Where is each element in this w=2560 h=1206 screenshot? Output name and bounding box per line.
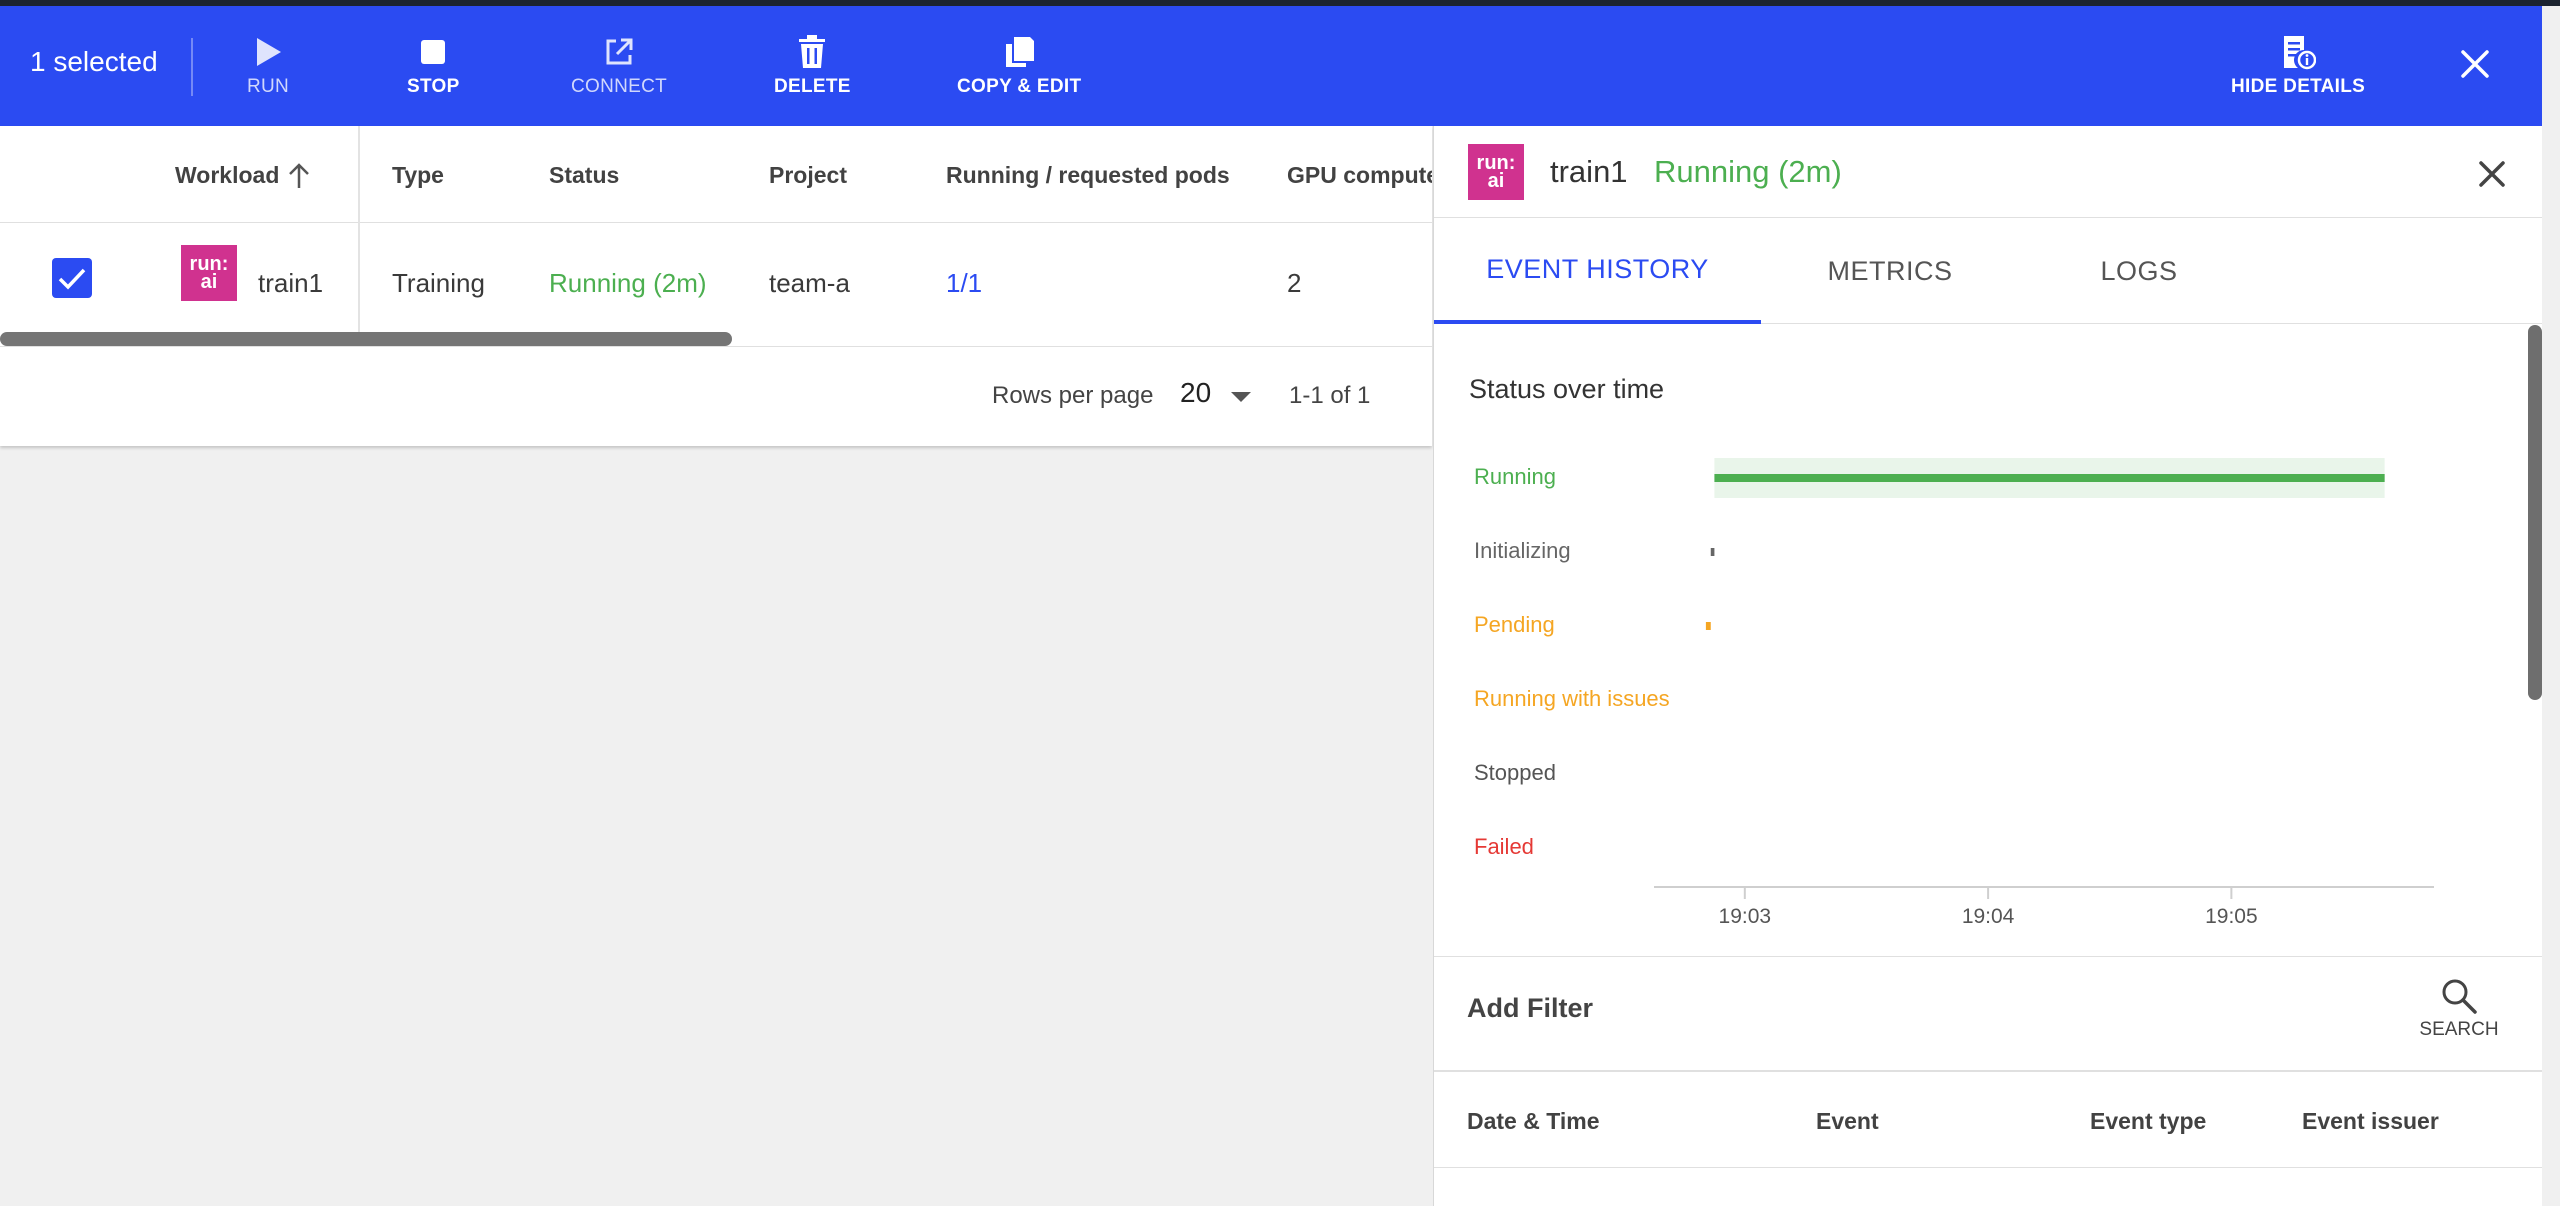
arrow-up-icon[interactable] (286, 162, 312, 190)
search-icon (2442, 979, 2477, 1014)
chevron-down-icon[interactable] (1231, 392, 1251, 402)
workload-details-panel: run: ai train1 Running (2m) EVENT HISTOR… (1433, 126, 2542, 1206)
status-timeline-chart: 19:03 19:04 19:05 (1654, 458, 2434, 928)
column-header-event-issuer[interactable]: Event issuer (2302, 1108, 2439, 1135)
divider (191, 38, 193, 96)
stop-button[interactable]: STOP (407, 34, 460, 110)
workload-type: Training (392, 268, 485, 298)
table-row[interactable] (1434, 1168, 2542, 1206)
connect-button[interactable]: CONNECT (571, 34, 667, 110)
column-header-gpu[interactable]: GPU compute (1287, 162, 1432, 189)
horizontal-scrollbar[interactable] (0, 332, 732, 346)
details-icon (2280, 34, 2317, 70)
copy-icon (1001, 34, 1037, 70)
table-header: Workload Type Status Project Running / r… (0, 126, 1432, 223)
event-table-header: Date & Time Event Event type Event issue… (1434, 1072, 2542, 1168)
segment-pending[interactable] (1705, 622, 1711, 630)
x-tick-label: 19:04 (1962, 905, 2015, 928)
add-filter-button[interactable]: Add Filter (1467, 993, 1593, 1024)
row-checkbox[interactable] (52, 258, 92, 298)
pagination-range: 1-1 of 1 (1289, 382, 1371, 409)
workload-name[interactable]: train1 (258, 268, 323, 299)
vertical-scrollbar[interactable] (2528, 325, 2542, 700)
workload-project: team-a (769, 268, 850, 298)
x-tick-label: 19:05 (2205, 905, 2258, 928)
filter-bar: Add Filter SEARCH (1434, 956, 2542, 1072)
column-header-type[interactable]: Type (392, 162, 444, 189)
search-button[interactable]: SEARCH (2414, 977, 2504, 1057)
column-header-status[interactable]: Status (549, 162, 619, 189)
trash-icon (794, 34, 830, 70)
column-header-event-type[interactable]: Event type (2090, 1108, 2206, 1135)
column-header-project[interactable]: Project (769, 162, 847, 189)
run-button[interactable]: RUN (247, 34, 289, 110)
column-header-event[interactable]: Event (1816, 1108, 1879, 1135)
selection-action-bar: 1 selected RUN STOP CONNECT DELETE COPY … (0, 6, 2542, 126)
x-tick-label: 19:03 (1719, 905, 1772, 928)
runai-logo: run: ai (181, 245, 237, 301)
hide-details-button[interactable]: HIDE DETAILS (2231, 34, 2365, 110)
segment-running[interactable] (1714, 474, 2385, 482)
column-header-workload[interactable]: Workload (175, 162, 279, 189)
close-icon (2461, 50, 2489, 78)
stop-icon (415, 34, 451, 70)
selected-count: 1 selected (30, 46, 158, 77)
rows-per-page-label: Rows per page (992, 382, 1154, 409)
workload-gpu: 2 (1287, 268, 1302, 298)
segment-initializing[interactable] (1710, 548, 1715, 556)
copy-edit-button[interactable]: COPY & EDIT (957, 34, 1081, 110)
column-header-pods[interactable]: Running / requested pods (946, 162, 1230, 189)
rows-per-page-select[interactable]: 20 (1180, 377, 1211, 409)
close-selection-button[interactable] (2455, 44, 2495, 84)
workload-pods-link[interactable]: 1/1 (946, 268, 982, 299)
checkmark-icon (58, 268, 86, 290)
delete-button[interactable]: DELETE (774, 34, 851, 110)
external-link-icon (601, 34, 637, 70)
workloads-table: Workload Type Status Project Running / r… (0, 126, 1432, 446)
column-header-date-time[interactable]: Date & Time (1467, 1108, 1600, 1135)
play-icon (250, 34, 286, 70)
workload-status: Running (2m) (549, 268, 707, 298)
